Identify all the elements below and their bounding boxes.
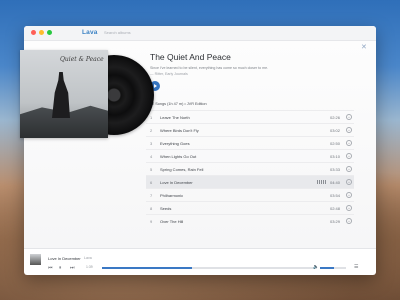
track-row[interactable]: 5 Spring Comes, Rain Fell 03:33 + bbox=[146, 162, 354, 175]
track-title: When Lights Go Out bbox=[160, 154, 197, 159]
window-close-button[interactable] bbox=[31, 30, 36, 35]
album-cover[interactable]: Quiet & Peace bbox=[20, 50, 108, 138]
previous-icon[interactable]: ⏮ bbox=[48, 265, 53, 271]
track-title: Philharmonic bbox=[160, 193, 184, 198]
pause-icon[interactable]: ⏸ bbox=[59, 265, 62, 271]
plus-circle-icon[interactable]: + bbox=[346, 127, 352, 133]
track-row[interactable]: 1 Leave The North 02:26 + bbox=[146, 110, 354, 123]
cover-figure-shape bbox=[52, 72, 70, 118]
track-number: 2 bbox=[150, 128, 153, 133]
now-playing-cover[interactable] bbox=[30, 254, 41, 265]
now-playing-title: Love In December bbox=[48, 256, 81, 261]
track-row[interactable]: 4 When Lights Go Out 03:10 + bbox=[146, 149, 354, 162]
album-meta: 12 Songs (1h 47 m) • JVR Edition bbox=[150, 102, 207, 106]
window-maximize-button[interactable] bbox=[47, 30, 52, 35]
track-duration: 02:26 bbox=[329, 115, 340, 120]
plus-circle-icon[interactable]: + bbox=[346, 179, 352, 185]
volume-slider[interactable] bbox=[320, 267, 346, 269]
track-row[interactable]: 6 Love In December 04:40 + bbox=[146, 175, 354, 188]
track-title: Everything Goes bbox=[160, 141, 190, 146]
track-number: 7 bbox=[150, 193, 153, 198]
plus-circle-icon[interactable]: + bbox=[346, 153, 352, 159]
track-duration: 03:10 bbox=[329, 154, 340, 159]
track-duration: 02:50 bbox=[329, 141, 340, 146]
track-number: 5 bbox=[150, 167, 153, 172]
queue-icon[interactable]: ☰ bbox=[354, 264, 358, 270]
track-number: 1 bbox=[150, 115, 153, 120]
track-row[interactable]: 3 Everything Goes 02:50 + bbox=[146, 136, 354, 149]
elapsed-time: 1:39 bbox=[86, 265, 93, 269]
plus-circle-icon[interactable]: + bbox=[346, 140, 352, 146]
track-duration: 03:33 bbox=[329, 167, 340, 172]
album-description: Since I've learned to be silent, everyth… bbox=[150, 66, 269, 70]
track-title: Spring Comes, Rain Fell bbox=[160, 167, 204, 172]
track-duration: 04:40 bbox=[329, 180, 340, 185]
plus-circle-icon[interactable]: + bbox=[346, 218, 352, 224]
track-number: 9 bbox=[150, 219, 153, 224]
volume-fill bbox=[320, 267, 335, 269]
window-minimize-button[interactable] bbox=[39, 30, 44, 35]
track-duration: 03:29 bbox=[329, 219, 340, 224]
cover-script-text: Quiet & Peace bbox=[60, 56, 104, 63]
player-bar: Love In December Lava ⏮ ⏸ ⏭ 1:39 🔈 ☰ bbox=[24, 248, 376, 275]
now-playing-artist: Lava bbox=[84, 256, 92, 260]
plus-circle-icon[interactable]: + bbox=[346, 205, 352, 211]
track-title: Where Birds Don't Fly bbox=[160, 128, 199, 133]
track-row[interactable]: 9 Over The Hill 03:29 + bbox=[146, 214, 354, 227]
track-duration: 02:48 bbox=[329, 206, 340, 211]
progress-fill bbox=[102, 267, 193, 269]
progress-slider[interactable] bbox=[102, 267, 317, 269]
track-number: 6 bbox=[150, 180, 153, 185]
track-title: Leave The North bbox=[160, 115, 190, 120]
track-row[interactable]: 7 Philharmonic 03:54 + bbox=[146, 188, 354, 201]
search-input[interactable]: Search albums bbox=[104, 30, 131, 35]
track-title: Over The Hill bbox=[160, 219, 184, 224]
track-number: 4 bbox=[150, 154, 153, 159]
close-icon[interactable]: ✕ bbox=[361, 43, 367, 51]
next-icon[interactable]: ⏭ bbox=[70, 265, 75, 271]
track-list: 1 Leave The North 02:26 +2 Where Birds Don't… bbox=[146, 110, 354, 227]
track-number: 3 bbox=[150, 141, 153, 146]
track-duration: 03:02 bbox=[329, 128, 340, 133]
app-logo: Lava bbox=[82, 29, 98, 36]
waveform-icon bbox=[317, 180, 326, 184]
album-title: The Quiet And Peace bbox=[150, 52, 231, 62]
track-row[interactable]: 8 Seeds 02:48 + bbox=[146, 201, 354, 214]
title-bar: Lava Search albums bbox=[24, 26, 376, 41]
volume-icon[interactable]: 🔈 bbox=[313, 264, 319, 270]
track-row[interactable]: 2 Where Birds Don't Fly 03:02 + bbox=[146, 123, 354, 136]
track-title: Love In December bbox=[160, 180, 193, 185]
track-title: Seeds bbox=[160, 206, 172, 211]
plus-circle-icon[interactable]: + bbox=[346, 114, 352, 120]
plus-circle-icon[interactable]: + bbox=[346, 166, 352, 172]
track-number: 8 bbox=[150, 206, 153, 211]
album-credit: — Ritter, Early Journals bbox=[150, 72, 188, 76]
plus-circle-icon[interactable]: + bbox=[346, 192, 352, 198]
track-duration: 03:54 bbox=[329, 193, 340, 198]
